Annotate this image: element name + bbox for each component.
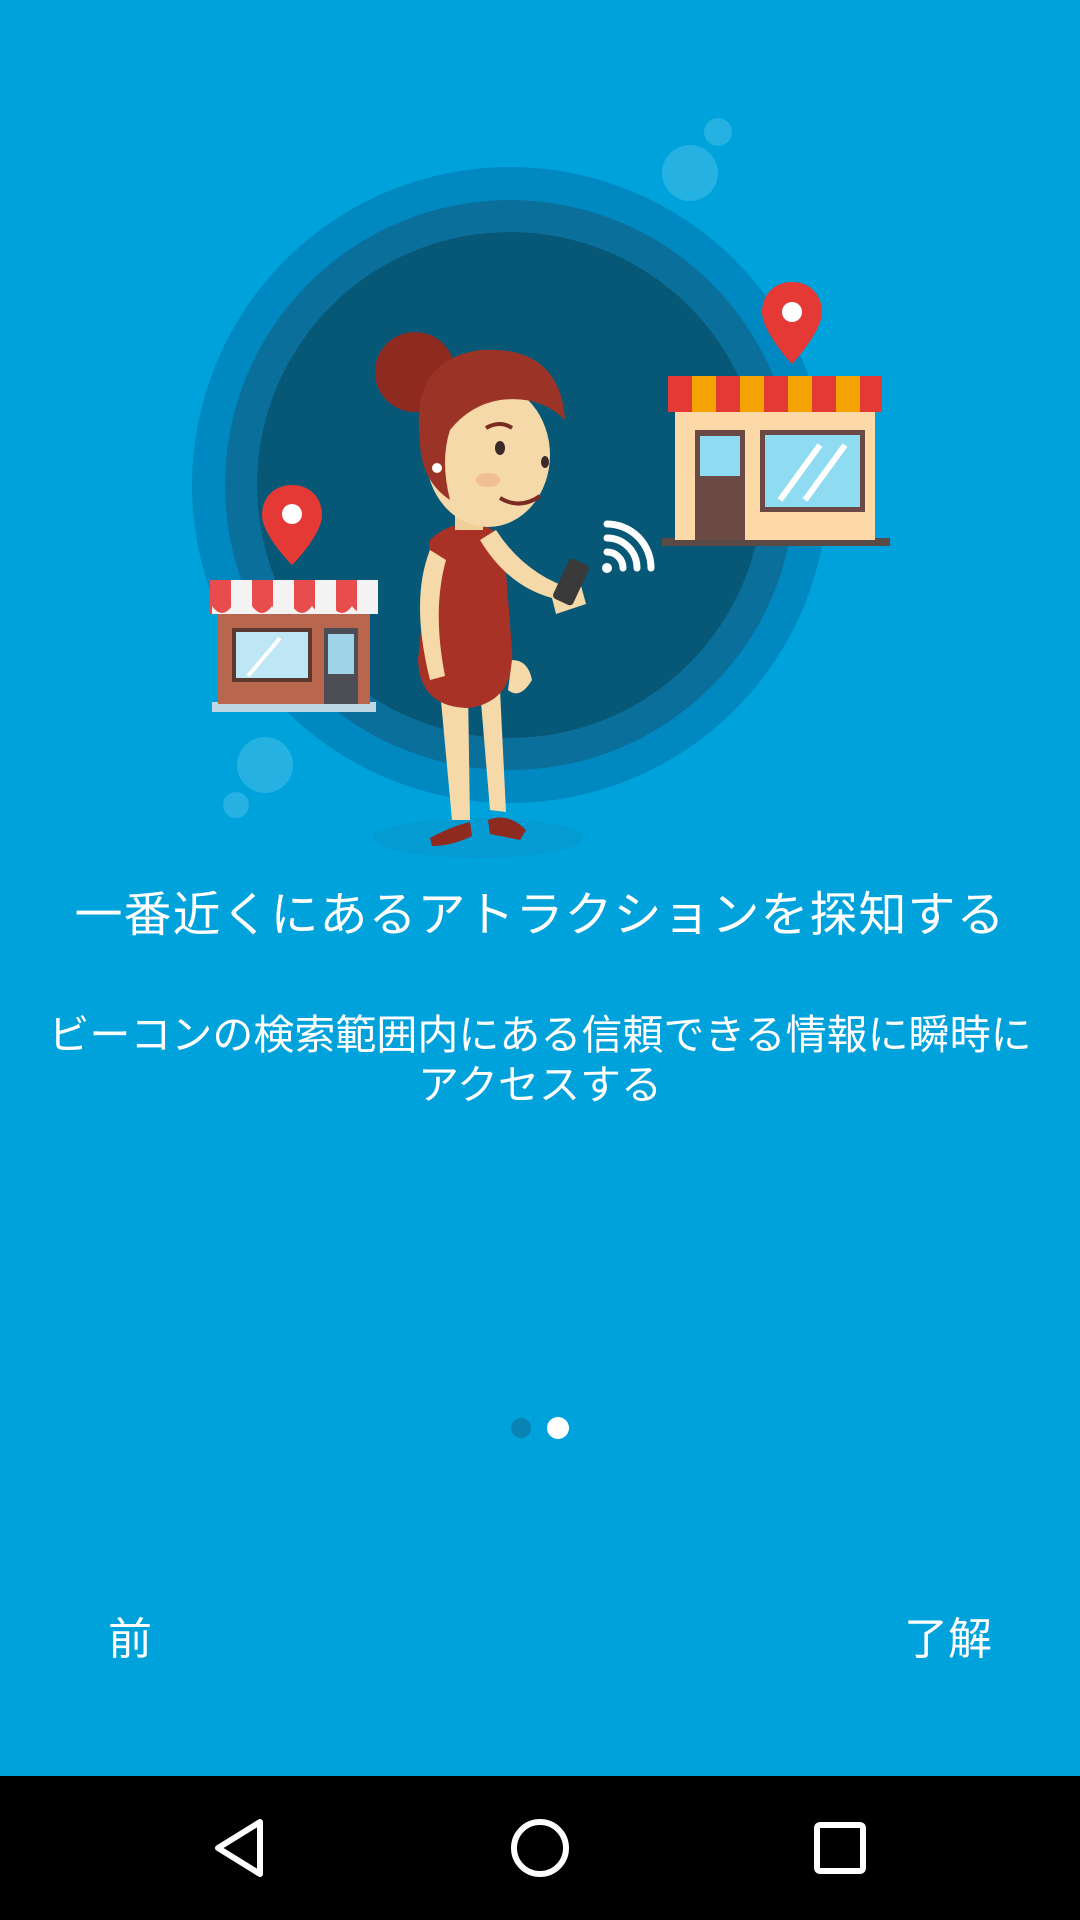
back-icon [215,1819,263,1877]
bubble-decoration [662,145,718,201]
page-description: ビーコンの検索範囲内にある信頼できる情報に瞬時にアクセスする [48,1011,1032,1109]
onboarding-page: 一番近くにあるアトラクションを探知する ビーコンの検索範囲内にある信頼できる情報… [0,0,1080,1776]
recents-button[interactable] [790,1798,890,1898]
page-title: 一番近くにあるアトラクションを探知する [74,887,1006,943]
recents-icon [814,1822,866,1874]
page-indicator [0,1417,1080,1439]
bubble-decoration [704,118,732,146]
page-indicator-dot [511,1418,531,1438]
store-icon [210,580,378,712]
store-icon [662,376,890,546]
home-button[interactable] [490,1798,590,1898]
screen: 一番近くにあるアトラクションを探知する ビーコンの検索範囲内にある信頼できる情報… [0,0,1080,1920]
home-icon [511,1819,569,1877]
prev-button[interactable]: 前 [98,1610,162,1670]
system-navigation-bar [0,1776,1080,1920]
bubble-decoration [223,792,249,818]
onboarding-illustration [192,118,890,858]
ok-button[interactable]: 了解 [894,1610,1002,1670]
back-button[interactable] [190,1798,290,1898]
page-indicator-dot-active [547,1417,569,1439]
bubble-decoration [237,737,293,793]
